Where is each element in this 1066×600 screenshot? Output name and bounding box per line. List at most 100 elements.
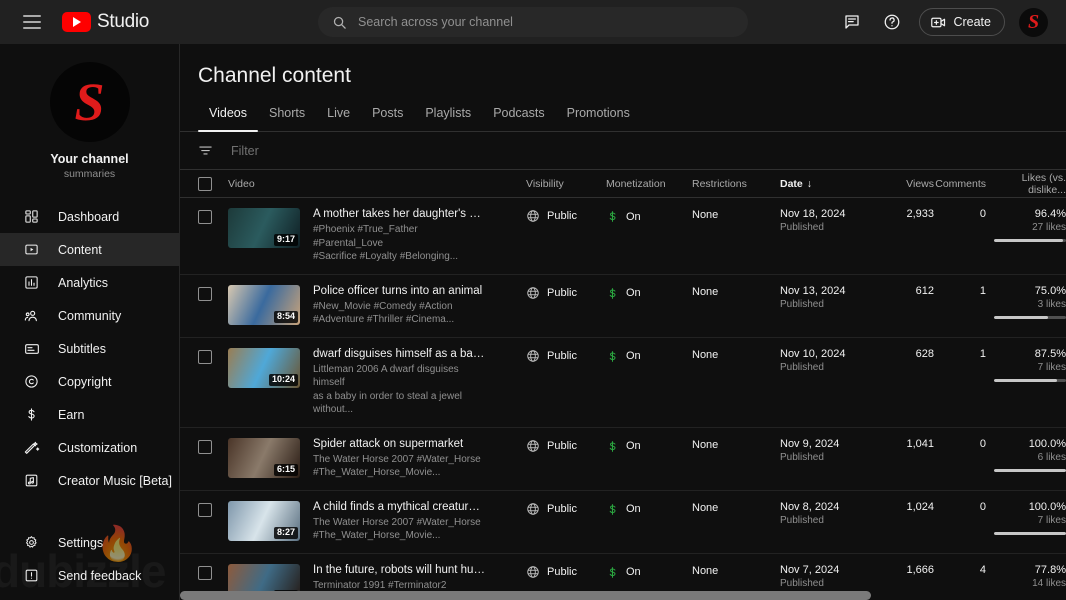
video-description[interactable]: The Water Horse 2007 #Water_Horse #The_W… [313,453,481,480]
likes-ratio-bar [994,378,1066,382]
visibility-cell[interactable]: Public [526,348,606,363]
table-row[interactable]: 8:27 A child finds a mythical creature an… [180,491,1066,554]
monetization-cell[interactable]: On [606,564,692,580]
dollar-icon [606,209,619,224]
monetization-cell[interactable]: On [606,208,692,224]
row-checkbox[interactable] [198,285,228,301]
sidebar-item-copyright[interactable]: Copyright [0,365,179,398]
tab-videos[interactable]: Videos [198,106,258,132]
tab-podcasts[interactable]: Podcasts [482,106,555,131]
visibility-cell[interactable]: Public [526,564,606,579]
sidebar-item-customization[interactable]: Customization [0,431,179,464]
sidebar-item-send-feedback[interactable]: Send feedback [0,559,179,592]
row-checkbox[interactable] [198,208,228,224]
column-header-date[interactable]: Date ↓ [780,178,876,190]
channel-block[interactable]: S Your channel summaries [0,44,179,194]
visibility-cell[interactable]: Public [526,501,606,516]
video-cell[interactable]: 8:54 Police officer turns into an animal #… [228,284,526,327]
likes-cell: 100.0% 7 likes [986,501,1066,535]
tab-promotions[interactable]: Promotions [556,106,641,131]
hamburger-menu-icon[interactable] [20,10,44,34]
table-row[interactable]: 8:54 Police officer turns into an animal #… [180,275,1066,338]
video-cell[interactable]: 8:27 A child finds a mythical creature an… [228,500,526,543]
sidebar-item-subtitles[interactable]: Subtitles [0,332,179,365]
video-description[interactable]: #New_Movie #Comedy #Action #Adventure #T… [313,300,482,327]
video-cell[interactable]: 6:15 Spider attack on supermarket The Wate… [228,437,526,480]
likes-ratio-bar [994,531,1066,535]
tab-shorts[interactable]: Shorts [258,106,316,131]
help-icon[interactable] [879,9,905,35]
video-title[interactable]: Spider attack on supermarket [313,438,481,450]
video-text: Spider attack on supermarket The Water Ho… [313,438,481,480]
scrollbar-thumb[interactable] [180,591,872,600]
monetization-cell[interactable]: On [606,348,692,364]
likes-percentage: 100.0% [1028,437,1066,450]
sidebar-item-creator-music[interactable]: Creator Music [Beta] [0,464,179,497]
column-header-date-label: Date [780,177,803,190]
music-icon [23,472,40,489]
sidebar-item-label: Community [58,308,122,323]
select-all-checkbox[interactable] [198,176,228,191]
row-checkbox[interactable] [198,501,228,517]
sidebar-item-dashboard[interactable]: Dashboard [0,200,179,233]
earn-icon [23,406,40,423]
video-description[interactable]: #Phoenix #True_Father #Parental_Love #Sa… [313,223,485,264]
tab-live[interactable]: Live [316,106,361,131]
avatar[interactable]: S [1019,7,1048,37]
tab-playlists[interactable]: Playlists [414,106,482,131]
sidebar-item-earn[interactable]: Earn [0,398,179,431]
studio-logo[interactable]: Studio [62,11,149,33]
video-title[interactable]: A mother takes her daughter's heart to .… [313,208,485,220]
table-row[interactable]: 9:17 A mother takes her daughter's heart … [180,198,1066,275]
sidebar-item-community[interactable]: Community [0,299,179,332]
video-thumbnail[interactable]: 6:15 [228,437,300,478]
video-description[interactable]: Littleman 2006 A dwarf disguises himself… [313,363,485,417]
feedback-icon[interactable] [839,9,865,35]
row-checkbox[interactable] [198,438,228,454]
video-title[interactable]: In the future, robots will hunt humans t… [313,564,485,576]
likes-count: 3 likes [1037,298,1066,310]
video-cell[interactable]: 9:17 A mother takes her daughter's heart … [228,208,526,264]
channel-avatar[interactable]: S [49,62,130,142]
sidebar-item-analytics[interactable]: Analytics [0,266,179,299]
visibility-cell[interactable]: Public [526,208,606,223]
row-checkbox[interactable] [198,564,228,580]
create-button[interactable]: Create [919,8,1005,36]
tab-posts[interactable]: Posts [361,106,414,131]
monetization-cell[interactable]: On [606,438,692,454]
sidebar-item-label: Customization [58,440,138,455]
monetization-cell[interactable]: On [606,285,692,301]
video-title[interactable]: A child finds a mythical creature and d.… [313,501,485,513]
video-thumbnail[interactable]: 9:17 [228,208,300,248]
visibility-cell[interactable]: Public [526,438,606,453]
video-thumbnail[interactable]: 8:54 [228,284,300,325]
filter-icon[interactable] [198,143,213,158]
visibility-cell[interactable]: Public [526,285,606,300]
date-cell: Nov 13, 2024 Published [780,285,876,310]
row-checkbox[interactable] [198,348,228,364]
table-row[interactable]: 6:15 Spider attack on supermarket The Wate… [180,428,1066,491]
video-thumbnail[interactable]: 8:27 [228,500,300,541]
content-icon [23,241,40,258]
sidebar-item-settings[interactable]: Settings [0,526,179,559]
video-thumbnail[interactable]: 10:24 [228,347,300,388]
search-placeholder: Search across your channel [358,15,513,29]
table-row[interactable]: 10:24 dwarf disguises himself as a baby i… [180,338,1066,428]
horizontal-scrollbar[interactable] [180,591,1066,600]
monetization-label: On [626,566,641,578]
search-input[interactable]: Search across your channel [318,7,748,37]
video-cell[interactable]: 10:24 dwarf disguises himself as a baby i… [228,347,526,417]
analytics-icon [23,274,40,291]
video-title[interactable]: dwarf disguises himself as a baby in or.… [313,348,485,360]
monetization-label: On [626,503,641,515]
monetization-cell[interactable]: On [606,501,692,517]
visibility-label: Public [547,439,577,452]
dollar-icon [606,349,619,364]
video-title[interactable]: Police officer turns into an animal [313,285,482,297]
sidebar-item-content[interactable]: Content [0,233,179,266]
customization-icon [23,439,40,456]
filter-input[interactable]: Filter [231,144,259,158]
video-table: Video Visibility Monetization Restrictio… [180,170,1066,600]
globe-icon [526,209,540,223]
video-description[interactable]: The Water Horse 2007 #Water_Horse #The_W… [313,516,485,543]
